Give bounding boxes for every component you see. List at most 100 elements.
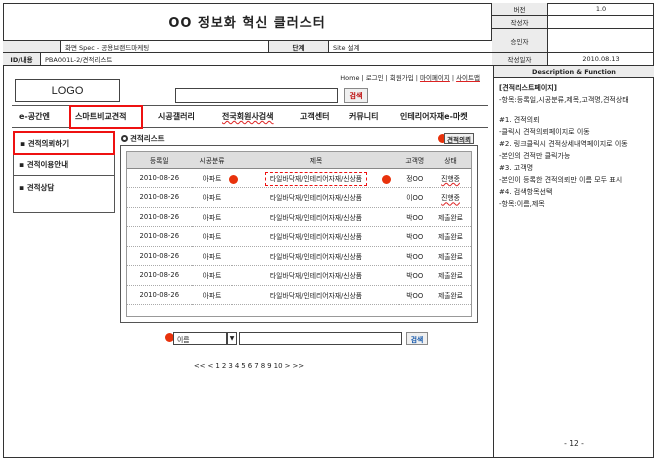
cell-title[interactable]: 타일바닥재/인테리어자재/신상품	[232, 265, 400, 286]
page-link[interactable]: 6	[248, 362, 252, 370]
stage-label: 단계	[269, 41, 329, 52]
page-link[interactable]: <	[208, 362, 214, 370]
quote-list-inner: 등록일 시공분류 제목 고객명 상태 2010-08-26 아파트 타일바닥재/인테…	[126, 151, 472, 317]
table-row[interactable]: 2010-08-26 아파트 타일바닥재/인테리어자재/신상품 박OO 제출완료	[127, 246, 471, 266]
page-link[interactable]: 3	[228, 362, 232, 370]
search-field-select[interactable]: 이름	[173, 332, 227, 345]
cell-title-text: 타일바닥재/인테리어자재/신상품	[269, 252, 363, 261]
table-row[interactable]: 2010-08-26 아파트 타일바닥재/인테리어자재/신상품 박OO 제출완료	[127, 207, 471, 227]
top-link[interactable]: 마이페이지	[420, 74, 450, 82]
description-line: #2. 링크클릭시 견적상세내역페이지로 이동	[499, 140, 628, 148]
cell-customer: 박OO	[399, 246, 431, 266]
page-link[interactable]: <<	[194, 362, 206, 370]
top-search-button[interactable]: 검색	[344, 88, 368, 103]
cell-title[interactable]: 타일바닥재/인테리어자재/신상품	[232, 187, 400, 208]
cell-customer: 이OO	[399, 187, 431, 208]
annotation-marker-2	[229, 175, 238, 184]
chevron-down-icon[interactable]: ▼	[227, 332, 237, 345]
search-keyword-input[interactable]	[239, 332, 402, 345]
cell-title[interactable]: 타일바닥재/인테리어자재/신상품	[232, 285, 400, 305]
page-link[interactable]: 2	[222, 362, 226, 370]
top-search-input[interactable]	[175, 88, 338, 103]
cell-customer: 박OO	[399, 226, 431, 247]
cell-date-text: 2010-08-26	[139, 251, 180, 260]
spec-row: 화면 Spec - 공용브랜드마케팅 단계 Site 설계	[3, 41, 492, 53]
cell-category: 아파트	[191, 226, 233, 247]
cell-status-text: 진행중	[441, 194, 460, 203]
cell-customer-text: 박OO	[406, 291, 424, 300]
description-line	[499, 107, 649, 113]
top-link[interactable]: Home	[340, 74, 359, 82]
description-panel: Description & Function [견적리스트페이지] -항목:등록일…	[493, 66, 654, 458]
top-link[interactable]: 회원가입	[390, 74, 414, 82]
cell-status-text: 제출완료	[438, 272, 464, 281]
cell-customer-text: 박OO	[406, 233, 424, 242]
search-button[interactable]: 검색	[406, 332, 428, 345]
cell-customer-text: 정OO	[406, 174, 424, 183]
cell-category-text: 아파트	[202, 194, 222, 203]
description-body: [견적리스트페이지] -항목:등록일,시공분류,제목,고객명,견적상태 #1. 견적…	[494, 78, 654, 216]
nav-item-community[interactable]: 커뮤니티	[349, 111, 378, 122]
table-row[interactable]: 2010-08-26 아파트 타일바닥재/인테리어자재/신상품 박OO 제출완료	[127, 285, 471, 305]
page-link[interactable]: 7	[254, 362, 258, 370]
section-title: 견적리스트	[121, 133, 165, 144]
cell-status: 제출완료	[430, 246, 471, 266]
table-row[interactable]: 2010-08-26 아파트 타일바닥재/인테리어자재/신상품 박OO 제출완료	[127, 226, 471, 247]
id-value: PBA001L-2/견적리스트	[45, 56, 113, 64]
description-head: Description & Function	[494, 66, 654, 78]
nav-item-gallery[interactable]: 시공갤러리	[158, 111, 195, 122]
page-link[interactable]: 8	[261, 362, 265, 370]
meta-author-label: 작성자	[492, 16, 548, 29]
description-line: -항목:이름,제목	[499, 200, 545, 208]
nav-item-espace[interactable]: e-공간엔	[19, 111, 50, 122]
table-row[interactable]: 2010-08-26 아파트 타일바닥재/인테리어자재/신상품 정OO 진행중	[127, 168, 471, 188]
page-link[interactable]: >	[285, 362, 291, 370]
top-link[interactable]: 로그인	[366, 74, 384, 82]
cell-date: 2010-08-26	[127, 207, 192, 227]
description-line: -본인이 등록한 견적의뢰만 이름 모두 표시	[499, 176, 623, 184]
table-row[interactable]: 2010-08-26 아파트 타일바닥재/인테리어자재/신상품 박OO 제출완료	[127, 265, 471, 286]
cell-title[interactable]: 타일바닥재/인테리어자재/신상품	[232, 226, 400, 247]
cell-title[interactable]: 타일바닥재/인테리어자재/신상품	[232, 168, 400, 188]
cell-status: 진행중	[430, 187, 471, 208]
side-item-consult[interactable]: ▪ 견적상담	[14, 176, 114, 198]
nav-item-member-search[interactable]: 전국회원사검색	[222, 111, 274, 122]
page-link[interactable]: 5	[241, 362, 245, 370]
page-link[interactable]: 4	[235, 362, 239, 370]
cell-status-text: 제출완료	[438, 233, 464, 242]
doc-header: OO 정보화 혁신 클러스터 버전 1.0 작성자 승인자 작성일자 2010.…	[3, 3, 654, 66]
top-links: Home | 로그인 | 회원가입 | 마이페이지 | 사이트맵	[339, 72, 481, 82]
table-body: 2010-08-26 아파트 타일바닥재/인테리어자재/신상품 정OO 진행중 2010-…	[127, 168, 471, 305]
logo[interactable]: LOGO	[15, 79, 120, 102]
cell-title-text: 타일바닥재/인테리어자재/신상품	[269, 194, 363, 203]
page-link[interactable]: 1	[215, 362, 219, 370]
cell-title-text: 타일바닥재/인테리어자재/신상품	[269, 272, 363, 281]
side-item-quote-guide[interactable]: ▪ 견적이용안내	[14, 154, 114, 176]
request-quote-button[interactable]: 견적의뢰	[444, 133, 474, 144]
cell-title-text: 타일바닥재/인테리어자재/신상품	[264, 171, 368, 186]
cell-date: 2010-08-26	[127, 285, 192, 305]
cell-title-text: 타일바닥재/인테리어자재/신상품	[269, 291, 363, 300]
description-line: -본인의 견적만 클릭가능	[499, 152, 571, 160]
cell-date: 2010-08-26	[127, 246, 192, 266]
cell-title[interactable]: 타일바닥재/인테리어자재/신상품	[232, 246, 400, 266]
nav-item-emarket[interactable]: 인테리어자재e-마켓	[400, 111, 468, 122]
page-link[interactable]: 9	[267, 362, 271, 370]
cell-title[interactable]: 타일바닥재/인테리어자재/신상품	[232, 207, 400, 227]
doc-title: OO 정보화 혁신 클러스터	[3, 3, 492, 41]
spec-row-blank	[3, 41, 61, 52]
side-item-label: 견적상담	[26, 182, 55, 192]
cell-category-text: 아파트	[202, 252, 222, 261]
nav-active-highlight	[69, 105, 143, 129]
side-item-request-quote[interactable]: ▪ 견적의뢰하기	[13, 131, 115, 155]
quote-list-box: 등록일 시공분류 제목 고객명 상태 2010-08-26 아파트 타일바닥재/인테…	[120, 145, 478, 323]
page-link[interactable]: 10	[274, 362, 283, 370]
link-separator: |	[415, 74, 418, 82]
cell-category-text: 아파트	[202, 272, 222, 281]
section-title-text: 견적리스트	[130, 134, 165, 143]
top-link[interactable]: 사이트맵	[456, 74, 480, 82]
nav-item-customer-center[interactable]: 고객센터	[300, 111, 329, 122]
page-link[interactable]: >>	[292, 362, 304, 370]
cell-category: 아파트	[191, 285, 233, 305]
table-row[interactable]: 2010-08-26 아파트 타일바닥재/인테리어자재/신상품 이OO 진행중	[127, 187, 471, 208]
